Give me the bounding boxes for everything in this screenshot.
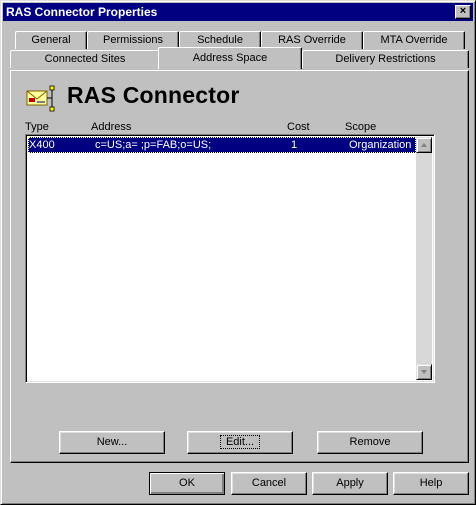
help-button[interactable]: Help — [393, 472, 469, 495]
column-header-cost: Cost — [287, 121, 310, 133]
remove-button-label: Remove — [349, 436, 391, 448]
window-title: RAS Connector Properties — [6, 5, 158, 19]
edit-button-label: Edit... — [219, 435, 261, 449]
tab-label: Schedule — [197, 34, 243, 46]
page-title: RAS Connector — [67, 82, 240, 108]
arrow-up-icon — [421, 143, 427, 147]
ok-button-label: OK — [179, 477, 195, 489]
cancel-button[interactable]: Cancel — [231, 472, 307, 495]
cell-cost: 1 — [291, 139, 298, 151]
cancel-button-label: Cancel — [251, 477, 287, 489]
cell-address: c=US;a= ;p=FAB;o=US; — [95, 139, 212, 151]
scroll-down-button[interactable] — [416, 364, 432, 380]
vertical-scrollbar[interactable] — [416, 137, 432, 380]
tab-general[interactable]: General — [15, 31, 87, 49]
apply-button-label: Apply — [336, 477, 364, 489]
tab-label: Permissions — [103, 34, 163, 46]
new-button[interactable]: New... — [59, 431, 165, 454]
close-button[interactable]: × — [455, 5, 471, 19]
column-header-address: Address — [91, 121, 132, 133]
tab-label: MTA Override — [380, 34, 448, 46]
tab-label: Connected Sites — [44, 53, 126, 65]
properties-dialog: RAS Connector Properties × General Permi… — [0, 0, 476, 505]
cell-scope: Organization — [349, 139, 412, 151]
apply-button[interactable]: Apply — [312, 472, 388, 495]
tab-label: RAS Override — [278, 34, 346, 46]
tab-label: General — [31, 34, 71, 46]
tab-label: Delivery Restrictions — [335, 53, 436, 65]
tab-connected-sites[interactable]: Connected Sites — [10, 50, 160, 68]
address-space-panel: RAS Connector Type Address Cost Scope X4… — [10, 70, 469, 463]
close-icon: × — [459, 5, 467, 17]
edit-button[interactable]: Edit... — [187, 431, 293, 454]
cell-type: X400 — [29, 139, 55, 151]
address-space-list[interactable]: X400 c=US;a= ;p=FAB;o=US; 1 Organization — [25, 134, 435, 383]
title-bar[interactable]: RAS Connector Properties × — [3, 3, 473, 21]
column-header-type: Type — [25, 121, 49, 133]
scroll-up-button[interactable] — [416, 137, 432, 153]
help-button-label: Help — [419, 477, 443, 489]
tab-delivery-restrictions[interactable]: Delivery Restrictions — [302, 50, 469, 68]
column-header-scope: Scope — [345, 121, 377, 133]
ok-button[interactable]: OK — [149, 472, 225, 495]
arrow-down-icon — [421, 370, 427, 374]
tab-mta-override[interactable]: MTA Override — [363, 31, 465, 49]
new-button-label: New... — [96, 436, 128, 448]
remove-button[interactable]: Remove — [317, 431, 423, 454]
connector-envelope-icon — [26, 85, 55, 112]
tab-address-space[interactable]: Address Space — [158, 47, 302, 69]
tab-label: Address Space — [192, 52, 268, 64]
table-row[interactable]: X400 c=US;a= ;p=FAB;o=US; 1 Organization — [28, 137, 416, 153]
